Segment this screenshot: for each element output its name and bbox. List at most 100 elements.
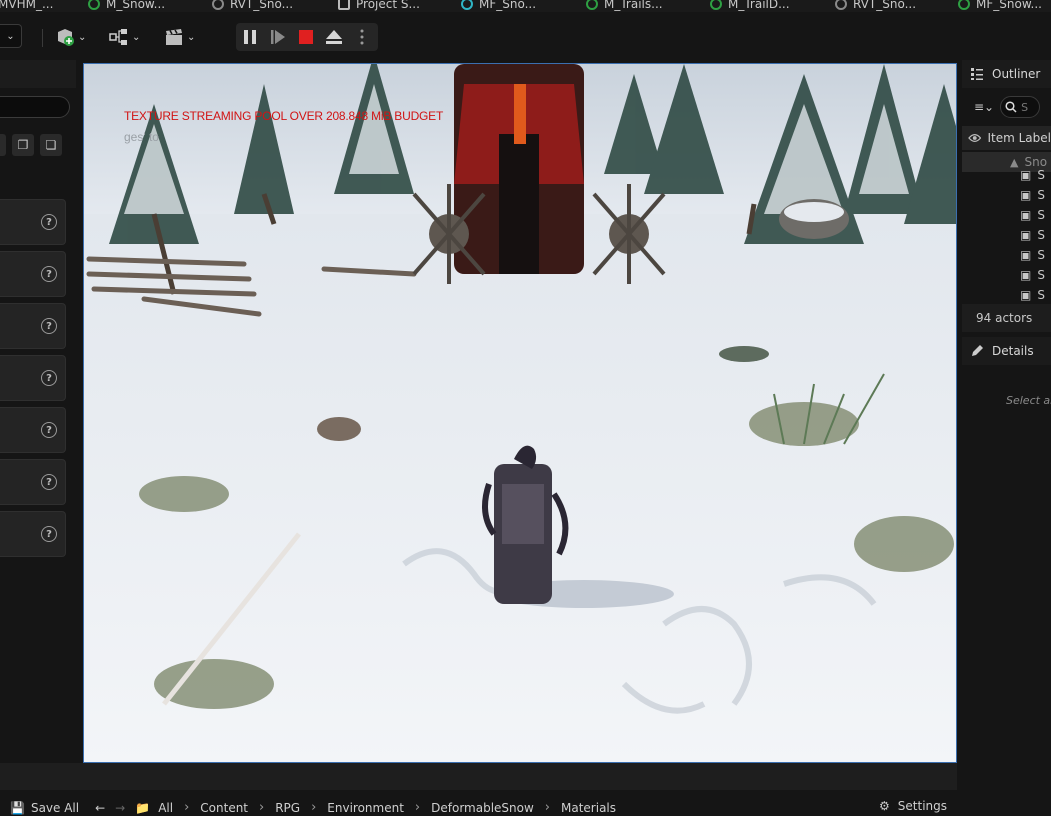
breadcrumb-rpg[interactable]: RPG: [275, 801, 300, 815]
help-icon[interactable]: ?: [41, 214, 57, 230]
help-icon[interactable]: ?: [41, 266, 57, 282]
item-label-column-header[interactable]: Item Label: [962, 126, 1051, 150]
folder-icon[interactable]: 📁: [135, 801, 150, 815]
more-options-button[interactable]: [348, 23, 376, 51]
runtime-virtual-texture-icon: [835, 0, 847, 10]
tab-3[interactable]: Project S...: [338, 0, 420, 12]
viewport-message: ges' to: [124, 130, 159, 144]
outliner-row[interactable]: ▣ S: [962, 285, 1051, 305]
outliner-row[interactable]: ▣ S: [962, 225, 1051, 245]
breadcrumb-deformablesnow[interactable]: DeformableSnow: [431, 801, 534, 815]
tab-label: MVHM_...: [0, 0, 54, 11]
help-icon[interactable]: ?: [41, 526, 57, 542]
step-frame-button[interactable]: [264, 23, 292, 51]
pencil-icon: [972, 345, 983, 356]
actor-label: S: [1037, 208, 1045, 222]
static-mesh-icon: ▣: [1020, 208, 1032, 222]
tab-6[interactable]: M_TrailD...: [710, 0, 790, 12]
tab-label: MF_Snow...: [976, 0, 1042, 11]
cinematics-button[interactable]: ⌄: [163, 24, 195, 50]
texture-streaming-warning: TEXTURE STREAMING POOL OVER 208.848 MiB …: [124, 109, 444, 123]
breadcrumb-separator-icon[interactable]: ›: [259, 800, 264, 815]
blueprint-button[interactable]: ⌄: [108, 24, 140, 50]
static-mesh-icon: ▣: [1020, 228, 1032, 242]
help-icon[interactable]: ?: [41, 422, 57, 438]
breadcrumb-separator-icon[interactable]: ›: [311, 800, 316, 815]
filter-icon[interactable]: ≡⌄: [974, 100, 994, 114]
document-tab-bar: MVHM_... M_Snow... RVT_Sno... Project S.…: [0, 0, 1051, 12]
tab-label: M_TrailD...: [728, 0, 790, 11]
details-title: Details: [992, 344, 1034, 358]
add-actor-button[interactable]: ⌄: [54, 24, 86, 50]
category-row[interactable]: ?: [0, 459, 66, 505]
tab-5[interactable]: M_Trails...: [586, 0, 663, 12]
step-frame-icon: [271, 30, 285, 44]
category-row[interactable]: ?: [0, 251, 66, 297]
tile-view-icon[interactable]: ❐: [12, 134, 34, 156]
mode-dropdown[interactable]: ⌄: [0, 24, 22, 48]
save-icon: 💾: [10, 800, 25, 815]
tab-1[interactable]: M_Snow...: [88, 0, 165, 12]
tab-4[interactable]: MF_Sno...: [461, 0, 536, 12]
search-input[interactable]: [0, 96, 70, 118]
back-arrow-icon[interactable]: ←: [95, 801, 105, 815]
tab-0[interactable]: MVHM_...: [0, 0, 53, 12]
outliner-row[interactable]: ▣ S: [962, 185, 1051, 205]
static-mesh-icon: ▣: [1020, 268, 1032, 282]
category-row[interactable]: ?: [0, 407, 66, 453]
breadcrumb-separator-icon[interactable]: ›: [415, 800, 420, 815]
pause-button[interactable]: [236, 23, 264, 51]
save-all-label: Save All: [30, 800, 80, 815]
outliner-row[interactable]: ▣ S: [962, 165, 1051, 185]
actor-label: S: [1037, 268, 1045, 282]
chevron-down-icon: ⌄: [6, 30, 15, 42]
actor-label: S: [1037, 188, 1045, 202]
tab-2[interactable]: RVT_Sno...: [212, 0, 293, 12]
category-row[interactable]: ?: [0, 199, 66, 245]
help-icon[interactable]: ?: [41, 474, 57, 490]
breadcrumb-materials[interactable]: Materials: [561, 801, 616, 815]
column-label: Item Label: [987, 131, 1051, 145]
search-placeholder: S: [1021, 100, 1029, 114]
content-browser-path-bar: 💾 Save All ← → 📁 All › Content › RPG › E…: [0, 799, 957, 816]
material-function-icon: [461, 0, 473, 10]
snow-scene-image: [84, 64, 956, 762]
game-viewport[interactable]: TEXTURE STREAMING POOL OVER 208.848 MiB …: [83, 63, 957, 763]
stop-icon: [299, 30, 313, 44]
tab-8[interactable]: MF_Snow...: [958, 0, 1042, 12]
settings-button[interactable]: ⚙ Settings: [879, 799, 947, 813]
help-icon[interactable]: ?: [41, 370, 57, 386]
tab-7[interactable]: RVT_Sno...: [835, 0, 916, 12]
actor-label: S: [1037, 248, 1045, 262]
save-all-button[interactable]: 💾 Save All: [10, 801, 79, 815]
breadcrumb-separator-icon[interactable]: ›: [545, 800, 550, 815]
static-mesh-icon: ▣: [1020, 288, 1032, 302]
toolbar-divider: [42, 29, 43, 47]
play-controls: [236, 23, 378, 51]
outliner-tab[interactable]: Outliner: [962, 60, 1051, 88]
category-row[interactable]: ?: [0, 355, 66, 401]
stop-button[interactable]: [292, 23, 320, 51]
eject-button[interactable]: [320, 23, 348, 51]
list-view-icon[interactable]: [0, 134, 6, 156]
visibility-eye-icon[interactable]: [968, 133, 982, 143]
breadcrumb-separator-icon[interactable]: ›: [184, 800, 189, 815]
breadcrumb-all[interactable]: All: [158, 801, 173, 815]
breadcrumb-environment[interactable]: Environment: [327, 801, 404, 815]
outliner-search-input[interactable]: S: [1000, 96, 1041, 118]
category-row[interactable]: ?: [0, 303, 66, 349]
breadcrumb-content[interactable]: Content: [200, 801, 248, 815]
view-options: ❐ ❏: [0, 134, 62, 156]
forward-arrow-icon[interactable]: →: [115, 801, 125, 815]
outliner-row[interactable]: ▣ S: [962, 205, 1051, 225]
runtime-virtual-texture-icon: [212, 0, 224, 10]
category-row[interactable]: ?: [0, 511, 66, 557]
details-tab[interactable]: Details: [962, 337, 1051, 365]
help-icon[interactable]: ?: [41, 318, 57, 334]
outliner-row[interactable]: ▣ S: [962, 265, 1051, 285]
outliner-row[interactable]: ▣ S: [962, 245, 1051, 265]
actor-label: S: [1037, 168, 1045, 182]
chevron-down-icon: ⌄: [78, 31, 87, 43]
duplicate-icon[interactable]: ❏: [40, 134, 62, 156]
material-function-icon: [958, 0, 970, 10]
